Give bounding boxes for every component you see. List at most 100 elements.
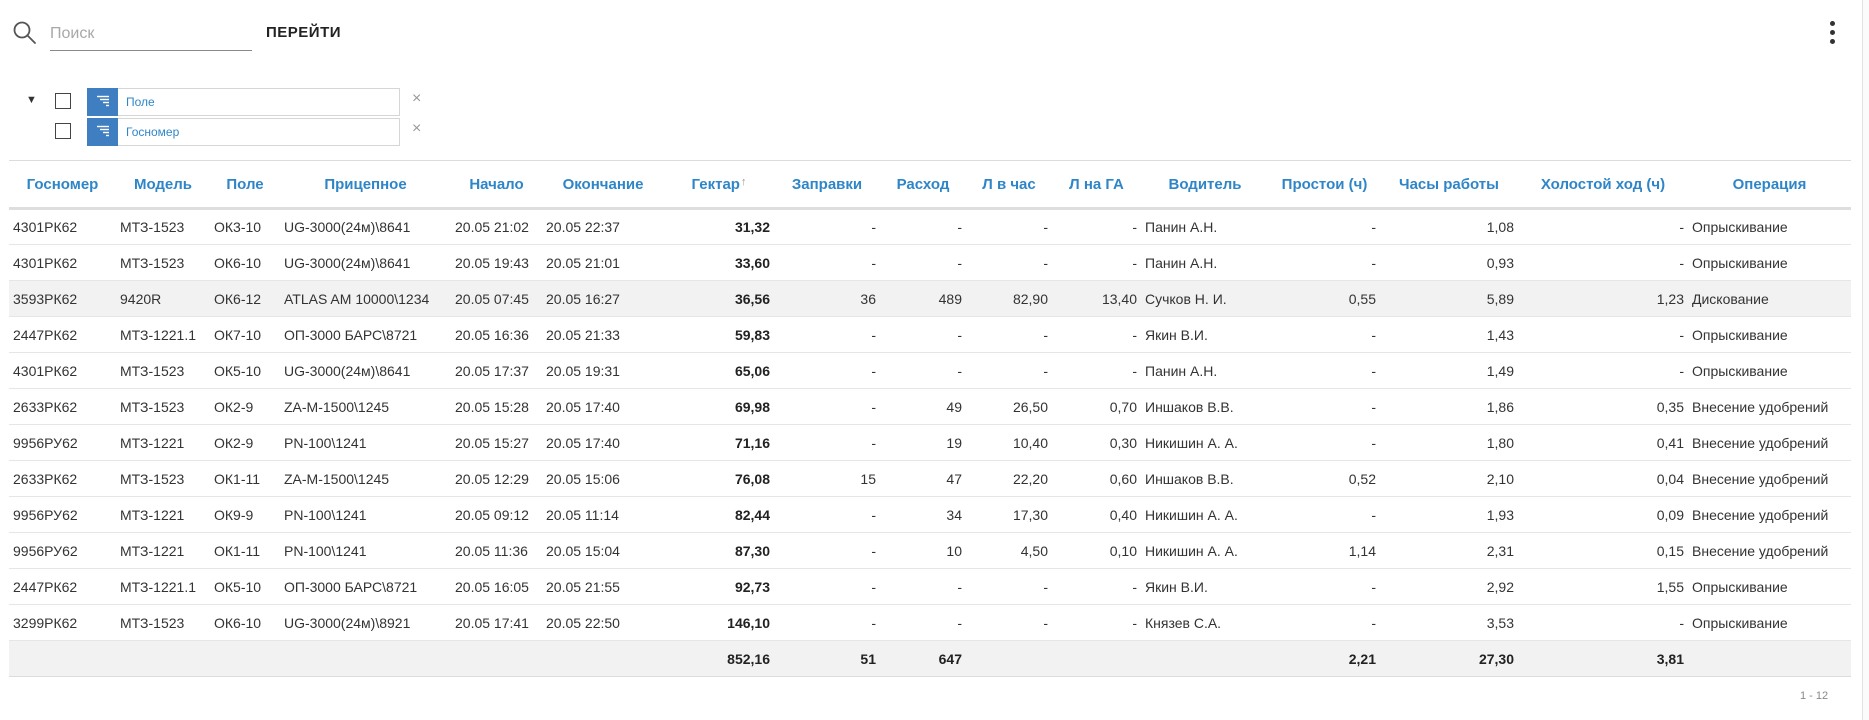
group-checkbox[interactable] [55,123,71,139]
table-cell: - [957,254,962,271]
total-cell: 2,21 [1348,650,1376,667]
column-header[interactable]: Холостой ход (ч) [1518,161,1688,209]
table-cell: ОК6-10 [214,614,262,631]
column-header[interactable]: Простои (ч) [1269,161,1380,209]
table-cell: 65,06 [734,362,770,379]
table-cell: 4301РК62 [13,219,78,235]
table-cell: Опрыскивание [1692,578,1788,595]
table-row[interactable]: 3299РК62 МТЗ-1523 ОК6-10 UG-3000(24м)\8921 2… [9,605,1851,641]
table-cell: 20.05 11:36 [455,542,528,559]
table-row[interactable]: 9956РУ62 МТЗ-1221 ОК9-9 PN-100\1241 20.05 09… [9,497,1851,533]
total-cell: 852,16 [727,650,770,667]
table-cell: Панин А.Н. [1145,362,1218,379]
table-cell: 20.05 22:50 [546,614,620,631]
table-cell: - [1371,326,1376,343]
more-options-icon[interactable] [1822,18,1842,48]
sort-lines-icon [96,125,109,137]
table-row[interactable]: 9956РУ62 МТЗ-1221 ОК2-9 PN-100\1241 20.05 15… [9,425,1851,461]
table-cell: 146,10 [727,614,770,631]
table-row[interactable]: 2447РК62 МТЗ-1221.1 ОК5-10 ОП-3000 БАРС\872… [9,569,1851,605]
column-header[interactable]: Водитель [1141,161,1269,209]
column-header[interactable]: Л в час [966,161,1052,209]
table-row[interactable]: 4301РК62 МТЗ-1523 ОК6-10 UG-3000(24м)\8641 2… [9,245,1851,281]
data-table: Госномер Модель Поле Прицепное Начало Ок… [9,160,1851,677]
group-order-button[interactable] [87,88,118,116]
table-row[interactable]: 2633РК62 МТЗ-1523 ОК1-11 ZA-M-1500\1245 20.0… [9,461,1851,497]
column-header[interactable]: Поле [210,161,280,209]
table-cell: 9956РУ62 [13,542,78,559]
table-cell: 20.05 17:40 [546,434,620,451]
remove-group-icon[interactable]: × [412,90,421,108]
table-row[interactable]: 4301РК62 МТЗ-1523 ОК3-10 UG-3000(24м)\8641 2… [9,209,1851,245]
table-row[interactable]: 2633РК62 МТЗ-1523 ОК2-9 ZA-M-1500\1245 20.05… [9,389,1851,425]
table-cell: 20.05 22:37 [546,219,620,235]
table-row[interactable]: 2447РК62 МТЗ-1221.1 ОК7-10 ОП-3000 БАРС\872… [9,317,1851,353]
table-row[interactable]: 4301РК62 МТЗ-1523 ОК5-10 UG-3000(24м)\8641 2… [9,353,1851,389]
total-cell [451,641,542,677]
table-cell: 2,92 [1486,578,1514,595]
pager-range: 1 - 12 [1800,690,1829,702]
table-cell: Внесение удобрений [1692,398,1829,415]
sort-ascending-icon[interactable]: ↑ [741,176,747,188]
table-cell: - [1371,362,1376,379]
group-field-label[interactable]: Поле [118,88,400,116]
column-header[interactable]: Госномер [9,161,116,209]
table-cell: - [1132,362,1137,379]
column-header[interactable]: Часы работы [1380,161,1518,209]
total-cell [280,641,451,677]
table-cell: - [1043,362,1048,379]
table-cell: 26,50 [1012,398,1048,415]
scrollbar[interactable] [1862,0,1869,720]
total-cell: 51 [860,650,876,667]
table-cell: 0,10 [1109,542,1137,559]
column-header-sorted[interactable]: Гектар↑ [664,161,774,209]
table-cell: МТЗ-1523 [120,614,185,631]
table-cell: - [1043,219,1048,235]
table-row[interactable]: 3593РК62 9420R ОК6-12 ATLAS AM 10000\1234 20… [9,280,1851,317]
search-icon[interactable] [12,20,38,46]
table-cell: 19 [946,434,962,451]
table-row[interactable]: 9956РУ62 МТЗ-1221 ОК1-11 PN-100\1241 20.05 1… [9,533,1851,569]
column-header[interactable]: Заправки [774,161,880,209]
total-cell [966,641,1052,677]
table-cell: 71,16 [734,434,770,451]
table-cell: 1,93 [1486,506,1514,523]
table-cell: Князев С.А. [1145,614,1222,631]
table-cell: - [1132,578,1137,595]
table-cell: МТЗ-1523 [120,470,185,487]
remove-group-icon[interactable]: × [412,120,421,138]
table-cell: - [957,362,962,379]
table-cell: 2,10 [1486,470,1514,487]
table-cell: ZA-M-1500\1245 [284,470,390,487]
column-header[interactable]: Л на ГА [1052,161,1141,209]
table-cell: 92,73 [734,578,770,595]
column-header[interactable]: Расход [880,161,966,209]
table-cell: ОК6-10 [214,254,262,271]
total-cell [1141,641,1269,677]
column-header[interactable]: Начало [451,161,542,209]
table-cell: 0,60 [1109,470,1137,487]
table-cell: UG-3000(24м)\8641 [284,219,411,235]
column-header[interactable]: Модель [116,161,210,209]
table-cell: 0,30 [1109,434,1137,451]
column-header[interactable]: Прицепное [280,161,451,209]
total-cell [116,641,210,677]
table-cell: 0,52 [1348,470,1376,487]
table-cell: Внесение удобрений [1692,542,1829,559]
table-cell: 3299РК62 [13,614,78,631]
group-order-button[interactable] [87,118,118,146]
column-header[interactable]: Операция [1688,161,1851,209]
search-input[interactable] [50,18,252,51]
table-cell: 20.05 17:40 [546,398,620,415]
table-cell: - [1679,219,1684,235]
collapse-caret-icon[interactable]: ▼ [26,94,37,106]
table-cell: 2447РК62 [13,326,78,343]
group-field-label[interactable]: Госномер [118,118,400,146]
total-cell [210,641,280,677]
go-button[interactable]: ПЕРЕЙТИ [266,20,341,44]
table-cell: 4,50 [1020,542,1048,559]
column-header[interactable]: Окончание [542,161,664,209]
group-checkbox[interactable] [55,93,71,109]
table-cell: МТЗ-1523 [120,254,185,271]
table-cell: МТЗ-1221.1 [120,326,196,343]
